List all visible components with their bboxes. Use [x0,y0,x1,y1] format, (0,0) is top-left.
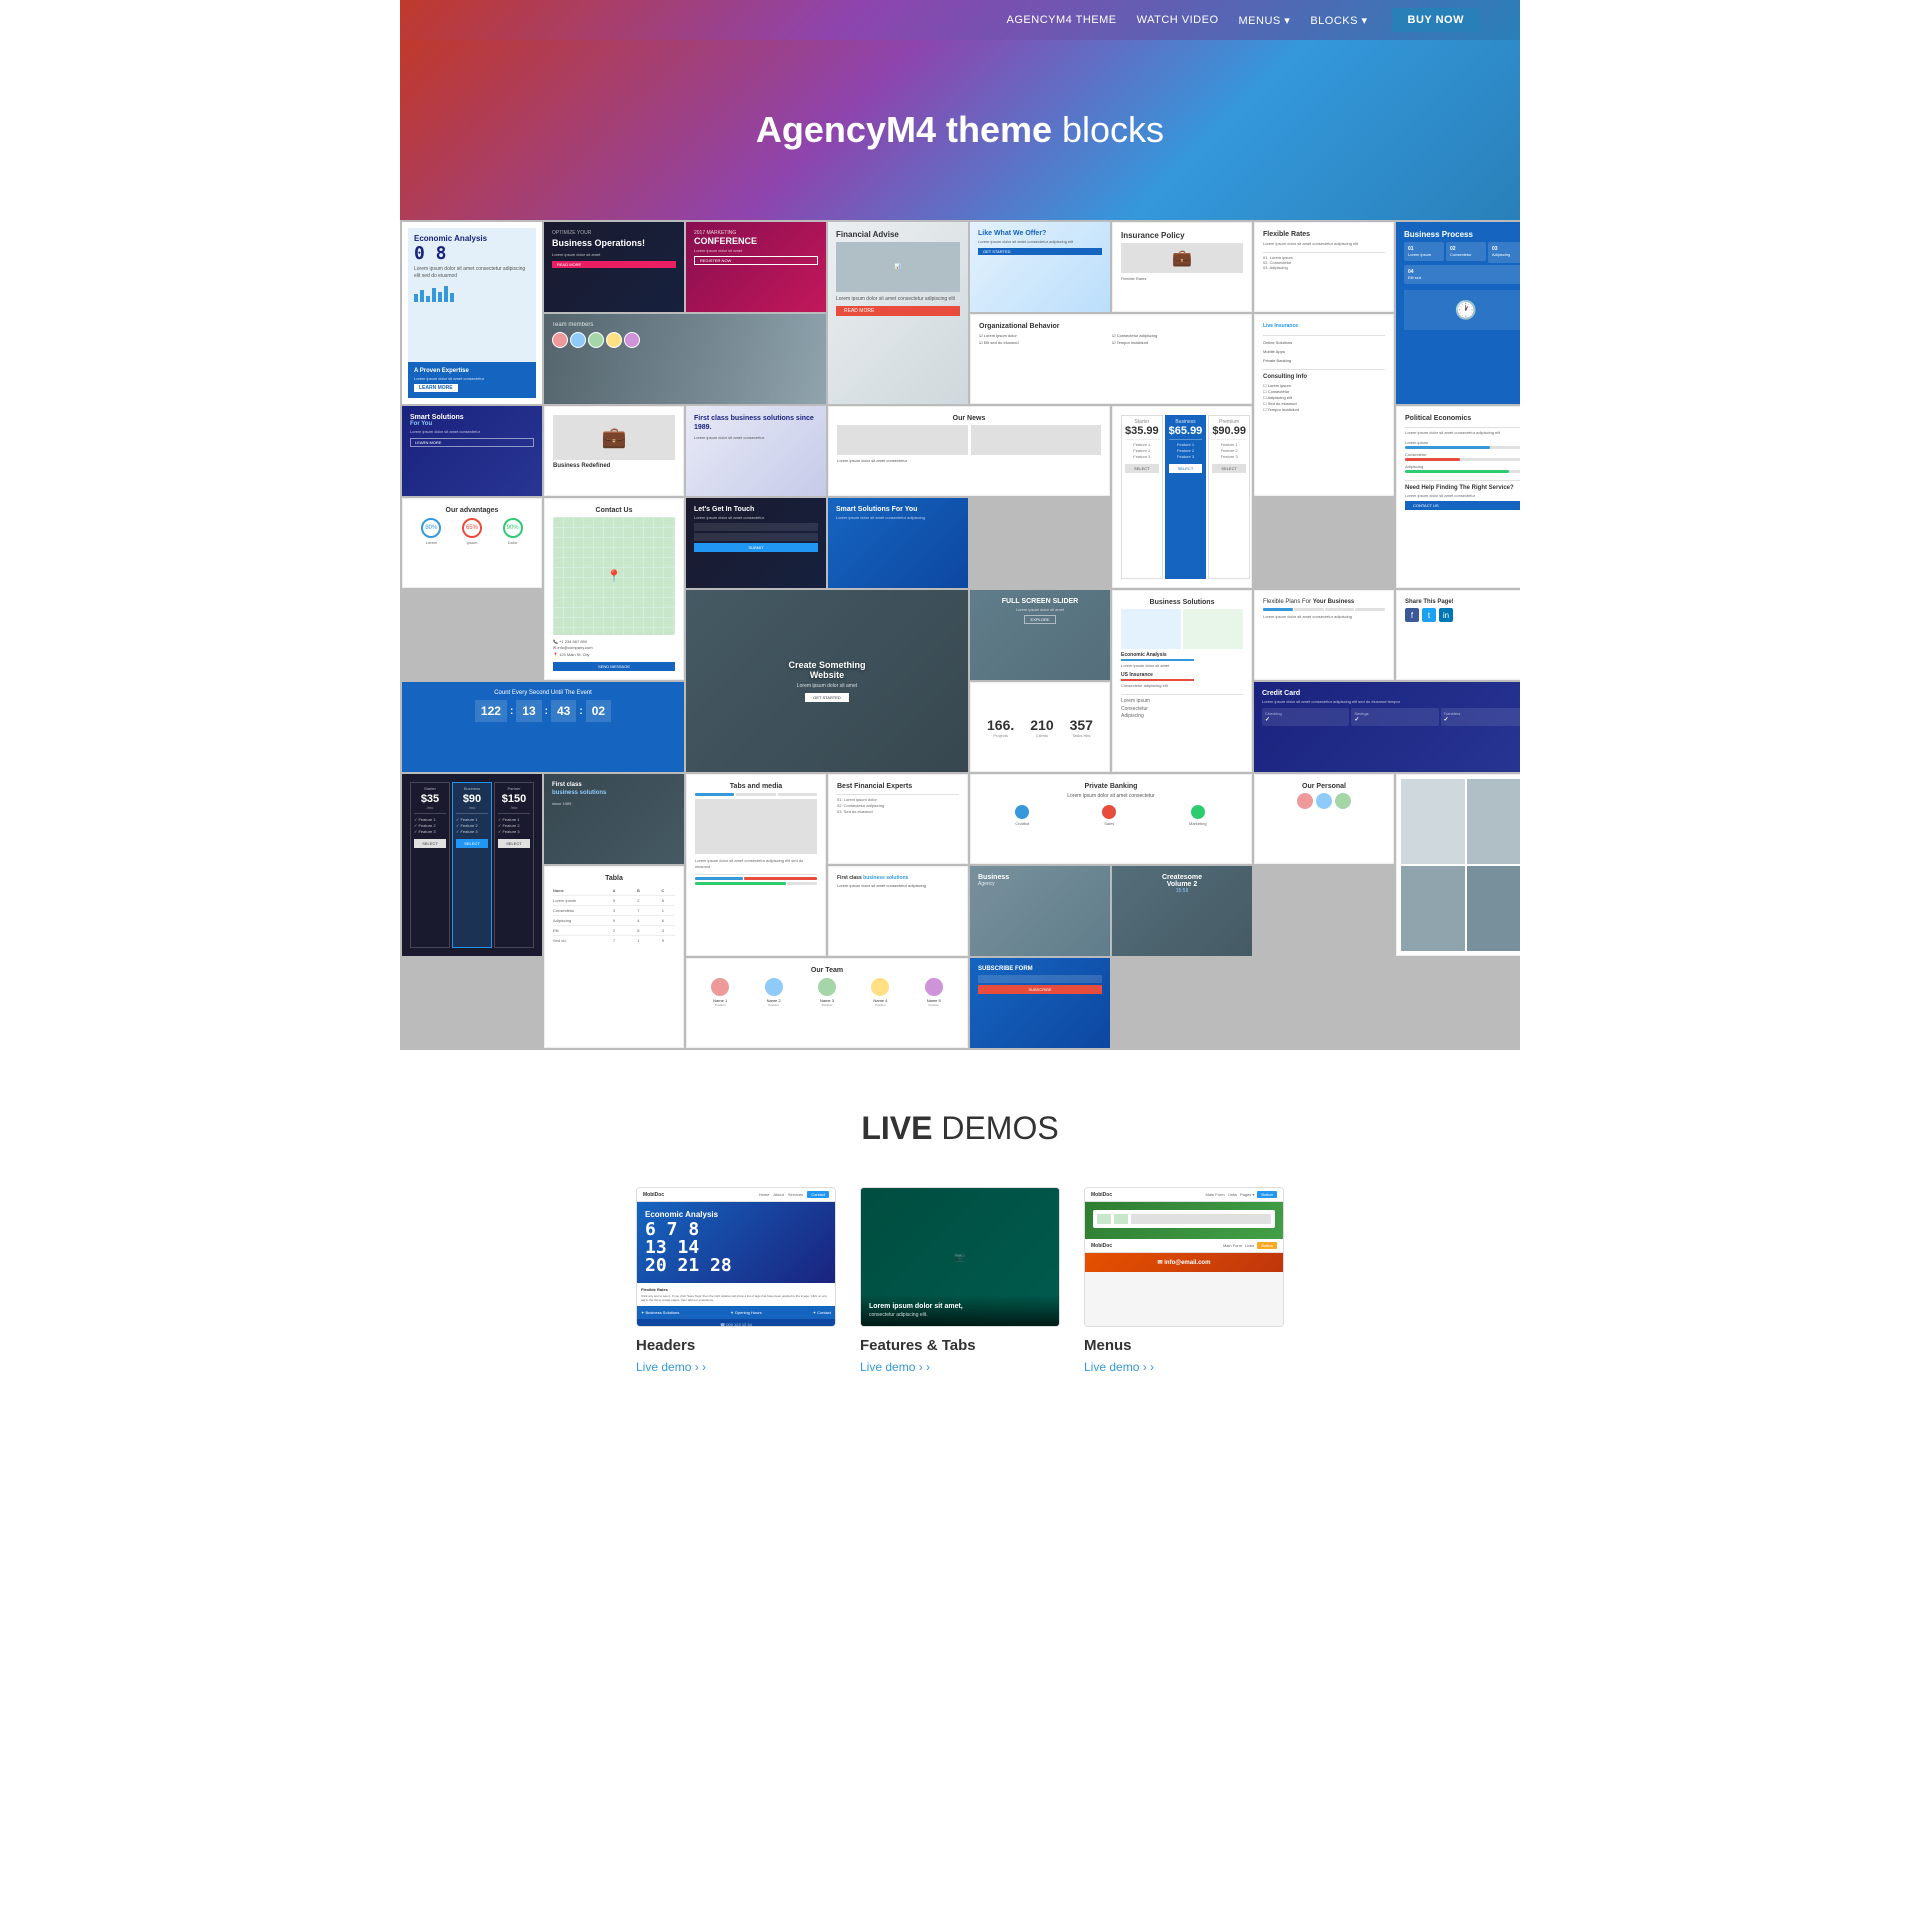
block-first-class: First class business solutions since 198… [686,406,826,496]
block-first-class-tabs: First class business solutions Lorem ips… [828,866,968,956]
block-dark-pricing: Starter $35 /mo ✓ Feature 1✓ Feature 2✓ … [402,774,542,956]
demo-title-features: Features & Tabs [860,1337,1060,1354]
block-create-website: Create SomethingWebsite Lorem ipsum dolo… [686,590,968,772]
hero-title: AgencyM4 theme blocks [756,109,1164,151]
block-create-volume2: CreatesomeVolume 2 15:59 [1112,866,1252,956]
demo-card-menus: MobiDoc Main Form Links Pages ▾ Button [1084,1187,1284,1376]
block-business-solutions-analysis: Business Solutions Economic Analysis Lor… [1112,590,1252,772]
demo-title-headers: Headers [636,1337,836,1354]
block-financial-advise[interactable]: Financial Advise 📊 Lorem ipsum dolor sit… [828,222,968,404]
block-org-behavior: Organizational Behavior ☑ Lorem ipsum do… [970,314,1252,404]
block-economic-analysis[interactable]: Economic Analysis 0 8 Lorem ipsum dolor … [402,222,542,404]
demo-link-features[interactable]: Live demo › [860,1360,930,1374]
block-first-class-image: First classbusiness solutions since 1989 [544,774,684,864]
block-credit-card: Credit Card Lorem ipsum dolor sit amet c… [1254,682,1520,772]
block-business-process[interactable]: Business Process 01 Lorem ipsum 02 Conse… [1396,222,1520,404]
demo-title-menus: Menus [1084,1337,1284,1354]
block-live-links: Live Insurance Online Solutions Mobile A… [1254,314,1394,496]
main-nav: AGENCYM4 THEME WATCH VIDEO MENUS BLOCKS [1007,14,1368,27]
block-political-economics: Political Economics Lorem ipsum dolor si… [1396,406,1520,588]
demo-card-features: 📷 Lorem ipsum dolor sit amet, consectetu… [860,1187,1060,1376]
block-tabla: Tabla NameABC Lorem ipsum528 Consectetur… [544,866,684,1048]
block-marketing-conf[interactable]: 2017 MARKETING CONFERENCE Lorem ipsum do… [686,222,826,312]
block-contact-us-map[interactable]: Contact Us 📍 📞 +1 234 567 890 ✉ info@com… [544,498,684,680]
block-subscribe[interactable]: SUBSCRIBE FORM SUBSCRIBE [970,958,1110,1048]
block-team-photo: Team members [544,314,826,404]
demo-thumb-features[interactable]: 📷 Lorem ipsum dolor sit amet, consectetu… [860,1187,1060,1327]
blocks-grid-wrapper: Economic Analysis 0 8 Lorem ipsum dolor … [400,220,1520,1050]
main-header: AGENCYM4 THEME WATCH VIDEO MENUS BLOCKS … [400,0,1520,40]
buy-now-button[interactable]: BUY NOW [1392,8,1480,32]
block-pricing-standard: Starter $35.99 Feature 1Feature 2Feature… [1112,406,1252,588]
demo-thumb-headers[interactable]: MobiDoc Home About Services Contact Econ… [636,1187,836,1327]
block-tabs-media[interactable]: Tabs and media Lorem ipsum dolor sit ame… [686,774,826,956]
nav-watch-video[interactable]: WATCH VIDEO [1137,14,1219,26]
block-smart-solutions-photo: Smart Solutions For You Lorem ipsum dolo… [828,498,968,588]
demo-thumb-menus[interactable]: MobiDoc Main Form Links Pages ▾ Button [1084,1187,1284,1327]
block-our-advantages: Our advantages 80% Lorem 65% Ipsum 90% D… [402,498,542,588]
block-smart-solutions[interactable]: Smart Solutions For You Lorem ipsum dolo… [402,406,542,496]
block-stats: 166. Projects 210 Clients 357 Tasks Hits [970,682,1110,772]
demo-link-menus[interactable]: Live demo › [1084,1360,1154,1374]
block-photos-grid [1396,774,1520,956]
block-share-page[interactable]: Share This Page! f t in [1396,590,1520,680]
block-best-financial: Best Financial Experts 01. Lorem ipsum d… [828,774,968,864]
block-like-what[interactable]: Like What We Offer? Lorem ipsum dolor si… [970,222,1110,312]
hero-section: AgencyM4 theme blocks [400,40,1520,220]
block-our-news: Our News Lorem ipsum dolor sit amet cons… [828,406,1110,496]
block-business-ops[interactable]: OPTIMIZE YOUR Business Operations! Lorem… [544,222,684,312]
blocks-grid: Economic Analysis 0 8 Lorem ipsum dolor … [400,220,1520,1050]
nav-agencym4[interactable]: AGENCYM4 THEME [1007,14,1117,26]
block-our-personal: Our Personal [1254,774,1394,864]
block-insurance[interactable]: Insurance Policy 💼 Flexible Rates [1112,222,1252,312]
demo-card-headers: MobiDoc Home About Services Contact Econ… [636,1187,836,1376]
demo-link-headers[interactable]: Live demo › [636,1360,706,1374]
block-business-agency-photo: Business Agency [970,866,1110,956]
block-flexible-rates[interactable]: Flexible Rates Lorem ipsum dolor sit ame… [1254,222,1394,312]
block-private-banking: Private Banking Lorem ipsum dolor sit am… [970,774,1252,864]
demos-grid: MobiDoc Home About Services Contact Econ… [440,1187,1480,1376]
block-our-team: Our Team Name 1 Position Name 2 Position… [686,958,968,1048]
live-demos-title: LIVE DEMOS [440,1110,1480,1147]
nav-blocks[interactable]: BLOCKS [1310,14,1367,27]
live-demos-section: LIVE DEMOS MobiDoc Home About Services C… [400,1050,1520,1416]
nav-menus[interactable]: MENUS [1239,14,1291,27]
block-lets-get-touch[interactable]: Let's Get In Touch Lorem ipsum dolor sit… [686,498,826,588]
block-countdown: Count Every Second Until The Event 122 :… [402,682,684,772]
block-flexible-plans: Flexible Plans For Your Business Lorem i… [1254,590,1394,680]
block-fullscreen-slider: FULL SCREEN SLIDER Lorem ipsum dolor sit… [970,590,1110,680]
block-business-redefined[interactable]: 💼 Business Redefined [544,406,684,496]
